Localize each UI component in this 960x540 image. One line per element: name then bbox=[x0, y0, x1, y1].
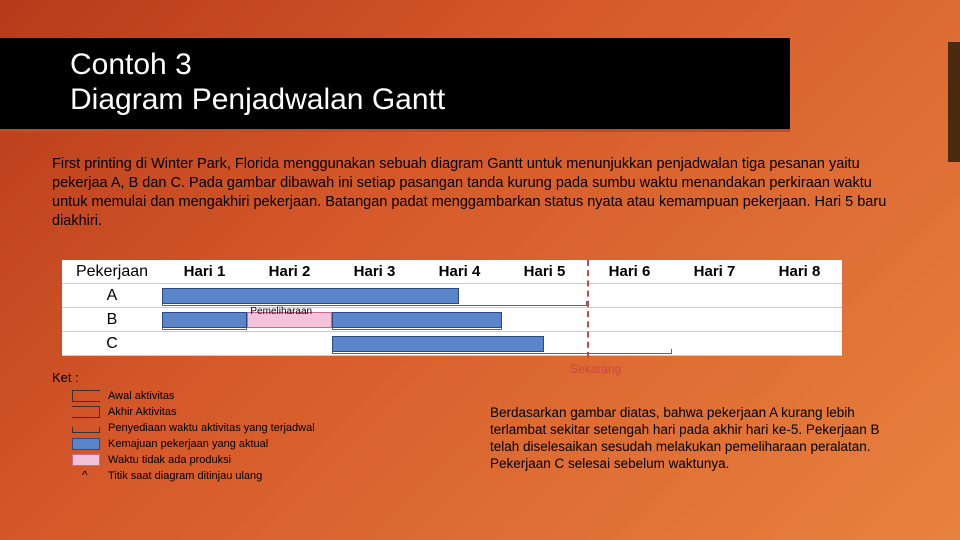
swatch-review-icon bbox=[72, 470, 100, 482]
legend: Awal aktivitas Akhir Aktivitas Penyediaa… bbox=[72, 390, 315, 486]
actual-bar-b1 bbox=[162, 312, 247, 328]
slide-title: Contoh 3 Diagram Penjadwalan Gantt bbox=[70, 48, 790, 117]
swatch-noprod-icon bbox=[72, 454, 100, 466]
legend-heading: Ket : bbox=[52, 370, 79, 385]
legend-end: Akhir Aktivitas bbox=[72, 406, 315, 418]
legend-start: Awal aktivitas bbox=[72, 390, 315, 402]
job-label-b: B bbox=[62, 308, 162, 331]
gantt-row-b: B Pemeliharaan bbox=[62, 308, 842, 332]
swatch-end-icon bbox=[72, 406, 100, 418]
col-day-2: Hari 2 bbox=[247, 260, 332, 283]
track-a bbox=[162, 284, 842, 307]
col-day-1: Hari 1 bbox=[162, 260, 247, 283]
gantt-header: Pekerjaan Hari 1 Hari 2 Hari 3 Hari 4 Ha… bbox=[62, 260, 842, 284]
now-label: Sekarang bbox=[570, 362, 621, 376]
col-day-6: Hari 6 bbox=[587, 260, 672, 283]
col-day-7: Hari 7 bbox=[672, 260, 757, 283]
job-label-c: C bbox=[62, 332, 162, 355]
intro-paragraph: First printing di Winter Park, Florida m… bbox=[52, 155, 908, 230]
legend-noprod-text: Waktu tidak ada produksi bbox=[108, 454, 231, 466]
track-b: Pemeliharaan bbox=[162, 308, 842, 331]
swatch-actual-icon bbox=[72, 438, 100, 450]
col-day-4: Hari 4 bbox=[417, 260, 502, 283]
maint-label: Pemeliharaan bbox=[250, 306, 312, 317]
conclusion-text: Berdasarkan gambar diatas, bahwa pekerja… bbox=[490, 405, 890, 473]
job-label-a: A bbox=[62, 284, 162, 307]
legend-actual-text: Kemajuan pekerjaan yang aktual bbox=[108, 438, 268, 450]
title-line-1: Contoh 3 bbox=[70, 48, 192, 81]
swatch-start-icon bbox=[72, 390, 100, 402]
accent-bar bbox=[948, 42, 960, 162]
swatch-scheduled-icon bbox=[72, 427, 100, 433]
legend-review: Titik saat diagram ditinjau ulang bbox=[72, 470, 315, 482]
gantt-row-c: C bbox=[62, 332, 842, 356]
gantt-row-a: A bbox=[62, 284, 842, 308]
legend-start-text: Awal aktivitas bbox=[108, 390, 174, 402]
col-day-3: Hari 3 bbox=[332, 260, 417, 283]
legend-scheduled-text: Penyediaan waktu aktivitas yang terjadwa… bbox=[108, 422, 315, 434]
actual-bar-b2 bbox=[332, 312, 502, 328]
col-day-8: Hari 8 bbox=[757, 260, 842, 283]
legend-end-text: Akhir Aktivitas bbox=[108, 406, 176, 418]
legend-actual: Kemajuan pekerjaan yang aktual bbox=[72, 438, 315, 450]
gantt-chart: Pekerjaan Hari 1 Hari 2 Hari 3 Hari 4 Ha… bbox=[62, 260, 842, 356]
col-job: Pekerjaan bbox=[62, 260, 162, 283]
legend-scheduled: Penyediaan waktu aktivitas yang terjadwa… bbox=[72, 422, 315, 434]
actual-bar-a bbox=[162, 288, 459, 304]
actual-bar-c bbox=[332, 336, 544, 352]
title-line-2: Diagram Penjadwalan Gantt bbox=[70, 83, 445, 116]
legend-noprod: Waktu tidak ada produksi bbox=[72, 454, 315, 466]
col-day-5: Hari 5 bbox=[502, 260, 587, 283]
title-band: Contoh 3 Diagram Penjadwalan Gantt bbox=[0, 38, 790, 132]
track-c bbox=[162, 332, 842, 355]
legend-review-text: Titik saat diagram ditinjau ulang bbox=[108, 470, 262, 482]
